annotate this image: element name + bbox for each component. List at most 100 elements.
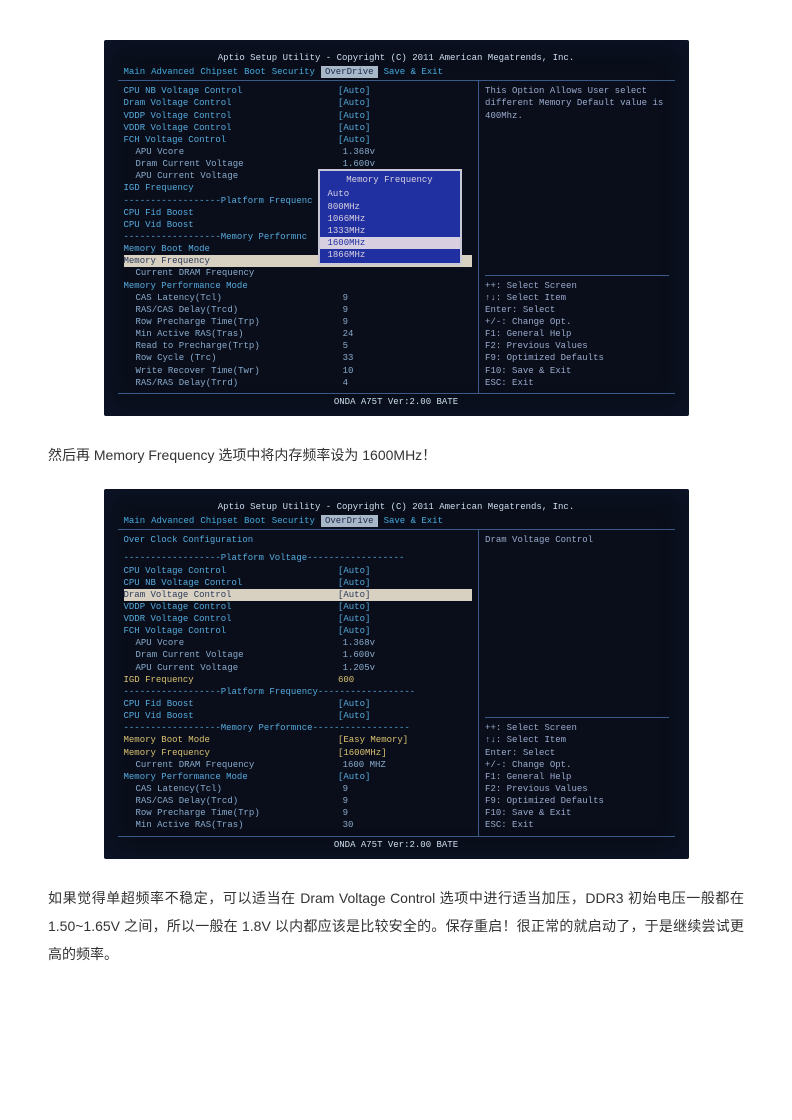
setting-value: 1.368v [343, 146, 472, 158]
setting-value: 10 [343, 365, 472, 377]
setting-row[interactable]: CPU NB Voltage Control[Auto] [124, 577, 473, 589]
menu-tab-boot[interactable]: Boot [244, 515, 266, 527]
setting-value: [Auto] [338, 710, 472, 722]
popup-option[interactable]: 1600MHz [320, 237, 460, 249]
setting-row[interactable]: CPU Voltage Control[Auto] [124, 565, 473, 577]
setting-label: RAS/CAS Delay(Trcd) [124, 304, 343, 316]
setting-label: ------------------Platform Voltage------… [124, 552, 405, 564]
help-line: F1: General Help [485, 771, 668, 783]
setting-row[interactable]: CPU Vid Boost[Auto] [124, 710, 473, 722]
setting-label: APU Vcore [124, 637, 343, 649]
memory-frequency-popup[interactable]: Memory Frequency Auto800MHz1066MHz1333MH… [318, 169, 462, 265]
setting-row[interactable]: Memory Performance Mode[Auto] [124, 771, 473, 783]
setting-row[interactable]: VDDR Voltage Control[Auto] [124, 122, 473, 134]
setting-label: CPU Vid Boost [124, 219, 338, 231]
article-paragraph-1: 然后再 Memory Frequency 选项中将内存频率设为 1600MHz！ [48, 441, 744, 469]
setting-row: ------------------Platform Frequency----… [124, 686, 473, 698]
setting-value: 9 [343, 807, 472, 819]
setting-value: [Auto] [338, 698, 472, 710]
setting-row: APU Current Voltage1.205v [124, 662, 473, 674]
setting-row: Write Recover Time(Twr)10 [124, 365, 473, 377]
bios-help-text: Dram Voltage Control [485, 534, 668, 614]
setting-label: CPU Fid Boost [124, 207, 338, 219]
setting-row: Dram Current Voltage1.600v [124, 649, 473, 661]
setting-value: 33 [343, 352, 472, 364]
help-line: +/-: Change Opt. [485, 316, 668, 328]
setting-value: 1.205v [343, 662, 472, 674]
setting-value: [Auto] [338, 613, 472, 625]
setting-row: Row Precharge Time(Trp)9 [124, 807, 473, 819]
bios-help-text: This Option Allows User select different… [485, 85, 668, 165]
help-line: F9: Optimized Defaults [485, 352, 668, 364]
setting-row: Row Precharge Time(Trp)9 [124, 316, 473, 328]
menu-tab-security[interactable]: Security [272, 66, 315, 78]
setting-label: VDDP Voltage Control [124, 601, 338, 613]
setting-row[interactable]: CPU NB Voltage Control[Auto] [124, 85, 473, 97]
setting-value [404, 552, 472, 564]
setting-label: Current DRAM Frequency [124, 759, 343, 771]
setting-row[interactable]: Dram Voltage Control[Auto] [124, 97, 473, 109]
setting-row: CAS Latency(Tcl)9 [124, 292, 473, 304]
menu-tab-save-exit[interactable]: Save & Exit [384, 515, 443, 527]
setting-value: [Auto] [338, 625, 472, 637]
setting-row[interactable]: CPU Fid Boost[Auto] [124, 698, 473, 710]
setting-row[interactable]: FCH Voltage Control[Auto] [124, 134, 473, 146]
menu-tab-security[interactable]: Security [272, 515, 315, 527]
bios-title: Aptio Setup Utility - Copyright (C) 2011… [118, 52, 675, 64]
menu-tab-overdrive[interactable]: OverDrive [321, 66, 378, 78]
setting-row: APU Vcore1.368v [124, 637, 473, 649]
help-line: ++: Select Screen [485, 280, 668, 292]
setting-row[interactable]: Memory Frequency[1600MHz] [124, 747, 473, 759]
setting-label: Write Recover Time(Twr) [124, 365, 343, 377]
setting-row[interactable]: FCH Voltage Control[Auto] [124, 625, 473, 637]
setting-value: 24 [343, 328, 472, 340]
setting-label: CPU NB Voltage Control [124, 85, 338, 97]
setting-row[interactable]: Memory Boot Mode[Easy Memory] [124, 734, 473, 746]
popup-option[interactable]: 1333MHz [320, 225, 460, 237]
bios-screenshot-1: Aptio Setup Utility - Copyright (C) 2011… [104, 40, 689, 416]
setting-label: Current DRAM Frequency [124, 267, 343, 279]
setting-value: 30 [343, 819, 472, 831]
setting-label: CPU Fid Boost [124, 698, 338, 710]
setting-value: [Auto] [338, 771, 472, 783]
setting-value: 5 [343, 340, 472, 352]
menu-tab-main[interactable]: Main [124, 66, 146, 78]
setting-row[interactable]: VDDP Voltage Control[Auto] [124, 601, 473, 613]
setting-value [415, 686, 472, 698]
setting-value: 9 [343, 292, 472, 304]
menu-tab-save-exit[interactable]: Save & Exit [384, 66, 443, 78]
article-paragraph-2: 如果觉得单超频率不稳定，可以适当在 Dram Voltage Control 选… [48, 884, 744, 968]
menu-tab-main[interactable]: Main [124, 515, 146, 527]
popup-option[interactable]: 1066MHz [320, 213, 460, 225]
setting-row[interactable]: IGD Frequency600 [124, 674, 473, 686]
setting-label: CAS Latency(Tcl) [124, 292, 343, 304]
help-line: +/-: Change Opt. [485, 759, 668, 771]
setting-label: FCH Voltage Control [124, 134, 338, 146]
popup-option[interactable]: Auto [320, 188, 460, 200]
menu-tab-advanced[interactable]: Advanced [151, 66, 194, 78]
setting-label: RAS/CAS Delay(Trcd) [124, 795, 343, 807]
setting-row: Min Active RAS(Tras)24 [124, 328, 473, 340]
help-line: F10: Save & Exit [485, 807, 668, 819]
setting-value: 9 [343, 304, 472, 316]
setting-label: APU Current Voltage [124, 170, 343, 182]
setting-value: [Auto] [338, 85, 472, 97]
setting-label: Memory Frequency [124, 747, 338, 759]
setting-row[interactable]: Dram Voltage Control[Auto] [124, 589, 473, 601]
menu-tab-chipset[interactable]: Chipset [200, 515, 238, 527]
menu-tab-chipset[interactable]: Chipset [200, 66, 238, 78]
menu-tab-boot[interactable]: Boot [244, 66, 266, 78]
help-line: ++: Select Screen [485, 722, 668, 734]
setting-label: FCH Voltage Control [124, 625, 338, 637]
setting-value: 1600 MHZ [343, 759, 472, 771]
setting-row[interactable]: Memory Performance Mode [124, 280, 473, 292]
bios-menu-bar: Main Advanced Chipset Boot Security OverDrive… [118, 515, 675, 527]
popup-option[interactable]: 800MHz [320, 201, 460, 213]
menu-tab-advanced[interactable]: Advanced [151, 515, 194, 527]
setting-row[interactable]: VDDP Voltage Control[Auto] [124, 110, 473, 122]
help-line: ESC: Exit [485, 377, 668, 389]
setting-label: APU Vcore [124, 146, 343, 158]
popup-option[interactable]: 1866MHz [320, 249, 460, 261]
menu-tab-overdrive[interactable]: OverDrive [321, 515, 378, 527]
setting-row[interactable]: VDDR Voltage Control[Auto] [124, 613, 473, 625]
